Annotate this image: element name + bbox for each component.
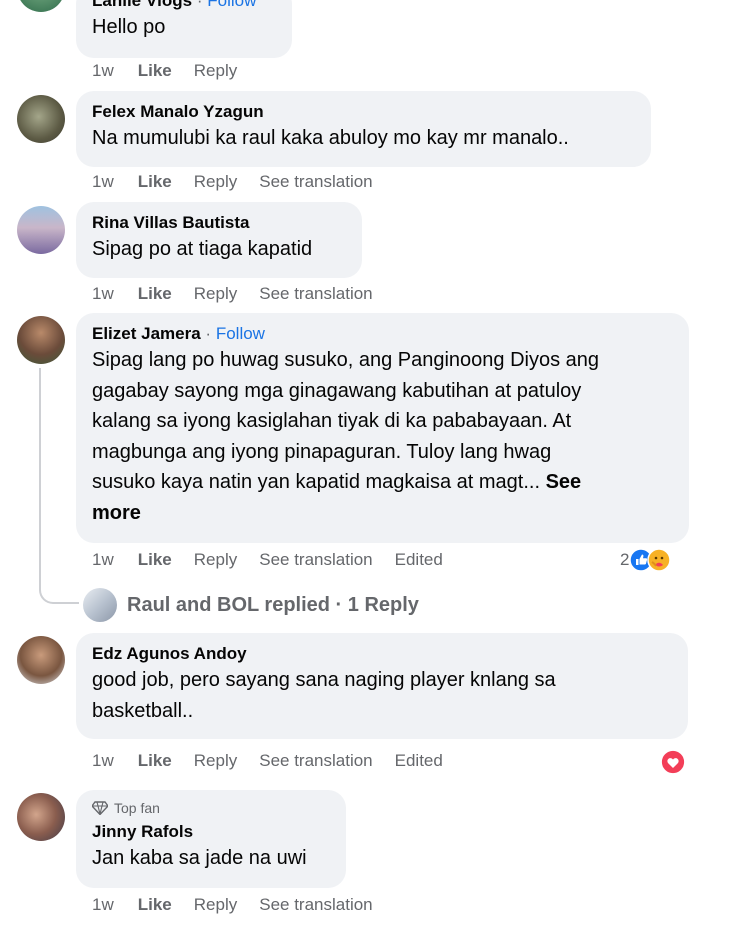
comment-author[interactable]: Felex Manalo Yzagun (92, 101, 635, 123)
see-translation-link[interactable]: See translation (259, 284, 372, 304)
timestamp[interactable]: 1w (92, 284, 114, 304)
view-replies-link[interactable]: Raul and BOL replied · 1 Reply (83, 588, 419, 622)
comment-author[interactable]: Edz Agunos Andoy (92, 643, 672, 665)
avatar[interactable] (17, 95, 65, 143)
avatar[interactable] (17, 316, 65, 364)
see-translation-link[interactable]: See translation (259, 895, 372, 915)
reaction-count: 2 (620, 550, 630, 569)
comment-author[interactable]: Elizet Jamera (92, 324, 201, 343)
reaction-summary[interactable] (660, 749, 686, 775)
reply-button[interactable]: Reply (194, 751, 237, 771)
comment-bubble: Edz Agunos Andoy good job, pero sayang s… (76, 633, 688, 739)
comment-actions: 1w Like Reply See translation Edited (92, 749, 465, 773)
comment-actions: 1w Like Reply (92, 59, 259, 83)
comment-text: Jan kaba sa jade na uwi (92, 847, 307, 869)
comment-line: Sipag lang po huwag susuko, ang Panginoo… (92, 349, 600, 371)
comment-line: good job, pero sayang sana naging player… (92, 669, 556, 691)
comment-line: susuko kaya natin yan kapatid magkaisa a… (92, 471, 546, 493)
top-fan-label: Top fan (114, 800, 160, 816)
like-button[interactable]: Like (138, 284, 172, 304)
comment-actions: 1w Like Reply See translation (92, 282, 395, 306)
avatar[interactable] (17, 0, 65, 12)
avatar[interactable] (17, 636, 65, 684)
comment-bubble: Lanlie Vlogs · Follow Hello po (76, 0, 292, 58)
comment-text: good job, pero sayang sana naging player… (92, 665, 672, 727)
follow-link[interactable]: Follow (216, 324, 265, 343)
see-more-link[interactable]: See (546, 471, 582, 493)
comment-line: basketball.. (92, 700, 194, 722)
comment-bubble: Elizet Jamera · Follow Sipag lang po huw… (76, 313, 689, 543)
comment-bubble: Rina Villas Bautista Sipag po at tiaga k… (76, 202, 362, 278)
comment-line: magbunga ang iyong pinapaguran. Tuloy la… (92, 440, 552, 463)
reply-thread-line (39, 368, 79, 604)
comment-author[interactable]: Lanlie Vlogs (92, 0, 192, 10)
comment-actions: 1w Like Reply See translation Edited (92, 548, 465, 572)
see-translation-link[interactable]: See translation (259, 751, 372, 771)
replier-avatar (83, 588, 117, 622)
comment-author[interactable]: Jinny Rafols (92, 821, 330, 843)
comment-text: Na mumulubi ka raul kaka abuloy mo kay m… (92, 127, 569, 149)
like-button[interactable]: Like (138, 550, 172, 570)
separator-dot: · (196, 0, 203, 10)
like-button[interactable]: Like (138, 895, 172, 915)
top-fan-badge: Top fan (92, 799, 330, 817)
reply-button[interactable]: Reply (194, 61, 237, 81)
see-more-link[interactable]: more (92, 498, 673, 529)
comment-line: gagabay sayong mga ginagawang kabutihan … (92, 379, 582, 402)
reply-button[interactable]: Reply (194, 895, 237, 915)
like-button[interactable]: Like (138, 61, 172, 81)
like-button[interactable]: Like (138, 172, 172, 192)
comment-author[interactable]: Rina Villas Bautista (92, 212, 346, 234)
comment-bubble: Top fan Jinny Rafols Jan kaba sa jade na… (76, 790, 346, 888)
care-reaction-icon (647, 548, 672, 572)
separator-dot: · (205, 324, 212, 343)
timestamp[interactable]: 1w (92, 550, 114, 570)
edited-label: Edited (394, 751, 443, 770)
comment-actions: 1w Like Reply See translation (92, 170, 395, 194)
timestamp[interactable]: 1w (92, 61, 114, 81)
comment-text: Sipag po at tiaga kapatid (92, 238, 313, 260)
edited-label: Edited (394, 550, 443, 569)
comment-text: Sipag lang po huwag susuko, ang Panginoo… (92, 345, 673, 528)
avatar[interactable] (17, 206, 65, 254)
comment-line: kalang sa iyong kasiglahan tiyak di ka p… (92, 410, 572, 432)
follow-link[interactable]: Follow (207, 0, 256, 10)
comment-text: Hello po (92, 16, 166, 38)
reply-button[interactable]: Reply (194, 172, 237, 192)
reaction-summary[interactable]: 2 (620, 548, 672, 572)
timestamp[interactable]: 1w (92, 895, 114, 915)
timestamp[interactable]: 1w (92, 751, 114, 771)
see-translation-link[interactable]: See translation (259, 172, 372, 192)
see-translation-link[interactable]: See translation (259, 550, 372, 570)
replies-summary[interactable]: Raul and BOL replied · 1 Reply (127, 594, 419, 617)
love-reaction-icon (660, 749, 686, 775)
reply-button[interactable]: Reply (194, 550, 237, 570)
reply-button[interactable]: Reply (194, 284, 237, 304)
comment-actions: 1w Like Reply See translation (92, 893, 395, 917)
timestamp[interactable]: 1w (92, 172, 114, 192)
avatar[interactable] (17, 793, 65, 841)
diamond-icon (92, 801, 108, 815)
like-button[interactable]: Like (138, 751, 172, 771)
comment-bubble: Felex Manalo Yzagun Na mumulubi ka raul … (76, 91, 651, 167)
